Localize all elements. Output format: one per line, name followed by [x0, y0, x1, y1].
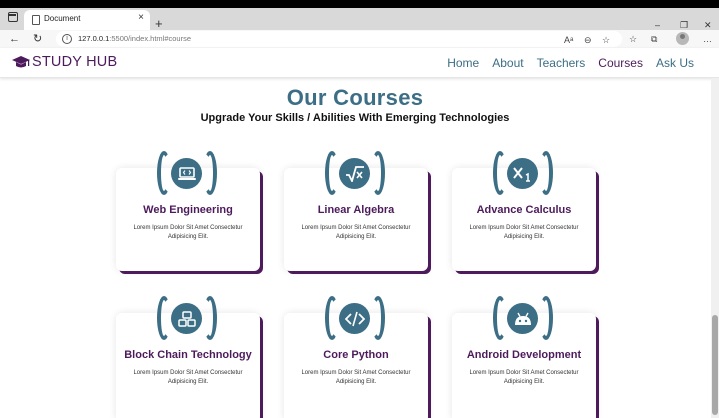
- course-description: Lorem Ipsum Dolor Sit Amet Consectetur Ad…: [301, 370, 411, 385]
- course-description: Lorem Ipsum Dolor Sit Amet Consectetur Ad…: [133, 225, 243, 240]
- more-icon[interactable]: …: [703, 32, 712, 46]
- collections-icon[interactable]: ⧉: [651, 32, 657, 46]
- site-header: STUDY HUB Home About Teachers Courses As…: [0, 48, 719, 78]
- code-icon: [344, 311, 365, 326]
- section-heading: Our Courses: [286, 85, 424, 110]
- favorites-icon[interactable]: ☆: [629, 32, 637, 46]
- course-title: Web Engineering: [143, 204, 233, 216]
- tab-actions-icon[interactable]: [8, 12, 18, 22]
- close-window-button[interactable]: ✕: [704, 20, 712, 30]
- nav-about[interactable]: About: [492, 56, 523, 70]
- course-description: Lorem Ipsum Dolor Sit Amet Consectetur Ad…: [133, 370, 243, 385]
- minimize-button[interactable]: –: [655, 20, 660, 30]
- read-aloud-icon[interactable]: Aᵃ: [564, 33, 573, 47]
- page-icon: [32, 15, 40, 25]
- logo[interactable]: STUDY HUB: [12, 54, 117, 70]
- course-description: Lorem Ipsum Dolor Sit Amet Consectetur Ad…: [469, 370, 579, 385]
- restore-button[interactable]: ❐: [680, 20, 688, 30]
- course-icon-badge: [157, 151, 217, 195]
- laptop-code-icon: [177, 166, 196, 180]
- back-button[interactable]: ←: [9, 32, 20, 46]
- course-icon-badge: [325, 296, 385, 340]
- graduation-cap-icon: [12, 55, 30, 67]
- reload-button[interactable]: ↻: [33, 32, 42, 46]
- android-icon: [514, 312, 531, 325]
- cubes-icon: [177, 310, 196, 327]
- zoom-icon[interactable]: ⊖: [584, 33, 592, 47]
- profile-icon[interactable]: [676, 32, 689, 45]
- course-title: Core Python: [323, 349, 389, 361]
- screen-top-strip: [0, 0, 719, 8]
- course-description: Lorem Ipsum Dolor Sit Amet Consectetur Ad…: [301, 225, 411, 240]
- subscript-icon: [512, 166, 530, 182]
- tab-title: Document: [44, 14, 81, 23]
- course-icon-badge: [325, 151, 385, 195]
- main-nav: Home About Teachers Courses Ask Us: [447, 56, 694, 70]
- nav-home[interactable]: Home: [447, 56, 479, 70]
- page-scrollbar-thumb[interactable]: [712, 315, 718, 415]
- url-input[interactable]: i 127.0.0.1:5500/index.html#course Aᵃ ⊖ …: [56, 31, 622, 47]
- course-description: Lorem Ipsum Dolor Sit Amet Consectetur Ad…: [469, 225, 579, 240]
- course-title: Advance Calculus: [476, 204, 572, 216]
- course-title: Linear Algebra: [317, 204, 395, 216]
- tab-close-button[interactable]: ×: [138, 12, 144, 23]
- nav-teachers[interactable]: Teachers: [537, 56, 586, 70]
- logo-text: STUDY HUB: [32, 54, 118, 70]
- site-info-icon[interactable]: i: [62, 34, 72, 44]
- course-icon-badge: [157, 296, 217, 340]
- course-icon-badge: [493, 151, 553, 195]
- address-bar-row: ← ↻ i 127.0.0.1:5500/index.html#course A…: [0, 30, 719, 48]
- square-root-icon: [345, 165, 364, 182]
- browser-tab-bar: Document × + – ❐ ✕: [0, 8, 719, 30]
- course-title: Block Chain Technology: [124, 349, 252, 361]
- favorite-add-icon[interactable]: ☆: [602, 33, 610, 47]
- new-tab-button[interactable]: +: [155, 17, 163, 30]
- section-subheading: Upgrade Your Skills / Abilities With Eme…: [200, 112, 510, 124]
- url-text: 127.0.0.1:5500/index.html#course: [78, 34, 191, 43]
- course-icon-badge: [493, 296, 553, 340]
- nav-ask-us[interactable]: Ask Us: [656, 56, 694, 70]
- nav-courses[interactable]: Courses: [598, 56, 643, 70]
- course-title: Android Development: [466, 349, 582, 361]
- browser-tab[interactable]: Document ×: [24, 10, 150, 30]
